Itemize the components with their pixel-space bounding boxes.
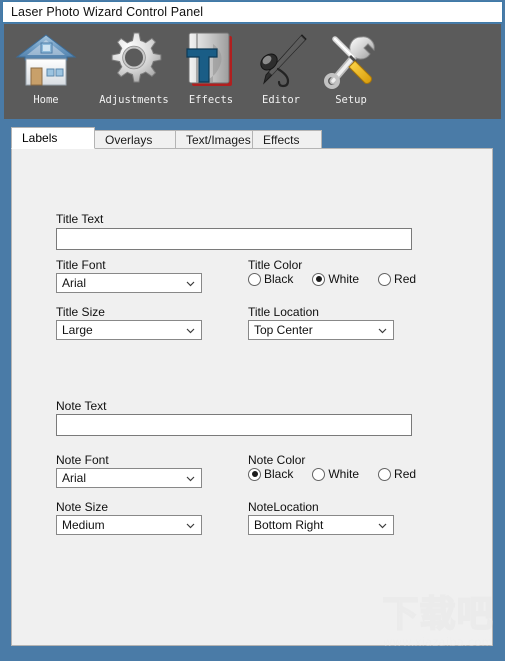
title-font-dropdown[interactable]: Arial	[56, 273, 202, 293]
title-color-option-red[interactable]: Red	[378, 272, 416, 286]
toolbar-button-home[interactable]: Home	[4, 26, 88, 118]
note-font-dropdown[interactable]: Arial	[56, 468, 202, 488]
title-color-option-red-label: Red	[394, 272, 417, 286]
radio-icon	[378, 467, 392, 481]
toolbar: Home Adjustments Effects Editor Setup	[4, 24, 501, 119]
toolbar-label-effects: Effects	[188, 94, 234, 106]
tab-labels[interactable]: Labels	[11, 127, 95, 149]
chevron-down-icon	[185, 278, 196, 289]
airbrush-icon	[252, 26, 310, 94]
note-location-label: NoteLocation	[248, 500, 319, 514]
note-font-label: Note Font	[56, 453, 109, 467]
title-location-value: Top Center	[254, 323, 313, 337]
title-location-dropdown[interactable]: Top Center	[248, 320, 394, 340]
note-size-value: Medium	[62, 518, 105, 532]
title-font-label: Title Font	[56, 258, 106, 272]
house-icon	[15, 26, 77, 94]
note-location-dropdown[interactable]: Bottom Right	[248, 515, 394, 535]
note-color-label: Note Color	[248, 453, 306, 467]
title-size-value: Large	[62, 323, 93, 337]
toolbar-label-home: Home	[33, 94, 59, 106]
chevron-down-icon	[185, 473, 196, 484]
title-color-option-black[interactable]: Black	[248, 272, 293, 286]
title-size-dropdown[interactable]: Large	[56, 320, 202, 340]
toolbar-button-adjustments[interactable]: Adjustments	[92, 26, 176, 118]
tab-body: Title Text Title Font Arial Title Color …	[11, 148, 493, 646]
note-color-option-red-label: Red	[394, 467, 417, 481]
note-font-value: Arial	[62, 471, 87, 485]
title-bar: Laser Photo Wizard Control Panel	[2, 1, 503, 23]
labels-tab-content: Title Text Title Font Arial Title Color …	[13, 150, 491, 644]
note-color-option-white-label: White	[328, 467, 360, 481]
note-color-radio-group: Black White Red	[248, 467, 416, 481]
radio-icon	[248, 272, 261, 286]
wrench-screwdriver-icon	[321, 26, 381, 94]
text-book-icon	[183, 26, 239, 94]
tab-text-images[interactable]: Text/Images	[175, 130, 253, 149]
gear-icon	[105, 26, 163, 94]
chevron-down-icon	[185, 325, 196, 336]
note-text-label: Note Text	[56, 399, 107, 413]
note-location-value: Bottom Right	[254, 518, 324, 532]
window-title: Laser Photo Wizard Control Panel	[11, 5, 204, 19]
note-color-option-white[interactable]: White	[312, 467, 359, 481]
title-location-label: Title Location	[248, 305, 319, 319]
chevron-down-icon	[185, 520, 196, 531]
tab-effects[interactable]: Effects	[252, 130, 322, 149]
title-color-label: Title Color	[248, 258, 303, 272]
note-size-label: Note Size	[56, 500, 109, 514]
note-text-input[interactable]	[56, 414, 412, 436]
application-window: Laser Photo Wizard Control Panel Home Ad…	[0, 0, 505, 661]
title-size-label: Title Size	[56, 305, 105, 319]
tab-overlays[interactable]: Overlays	[94, 130, 176, 149]
radio-icon	[312, 467, 326, 481]
title-text-input[interactable]	[56, 228, 412, 250]
radio-icon	[378, 272, 392, 286]
note-color-option-black-label: Black	[264, 467, 294, 481]
title-font-value: Arial	[62, 276, 87, 290]
chevron-down-icon	[377, 520, 388, 531]
title-color-option-white-label: White	[328, 272, 360, 286]
note-size-dropdown[interactable]: Medium	[56, 515, 202, 535]
chevron-down-icon	[377, 325, 388, 336]
title-text-label: Title Text	[56, 212, 104, 226]
radio-icon	[312, 272, 326, 286]
toolbar-button-setup[interactable]: Setup	[309, 26, 393, 118]
title-color-radio-group: Black White Red	[248, 272, 416, 286]
tab-text-images-label: Text/Images	[186, 133, 251, 147]
tab-overlays-label: Overlays	[105, 133, 153, 147]
radio-icon	[248, 467, 261, 481]
title-color-option-black-label: Black	[264, 272, 294, 286]
tab-control: Labels Overlays Text/Images Effects Titl…	[11, 127, 493, 646]
toolbar-label-adjustments: Adjustments	[99, 94, 169, 106]
title-color-option-white[interactable]: White	[312, 272, 359, 286]
toolbar-label-editor: Editor	[262, 94, 300, 106]
tab-effects-label: Effects	[263, 133, 300, 147]
tab-strip: Labels Overlays Text/Images Effects	[11, 127, 493, 149]
tab-labels-label: Labels	[22, 131, 58, 145]
toolbar-label-setup: Setup	[335, 94, 367, 106]
note-color-option-black[interactable]: Black	[248, 467, 293, 481]
note-color-option-red[interactable]: Red	[378, 467, 416, 481]
